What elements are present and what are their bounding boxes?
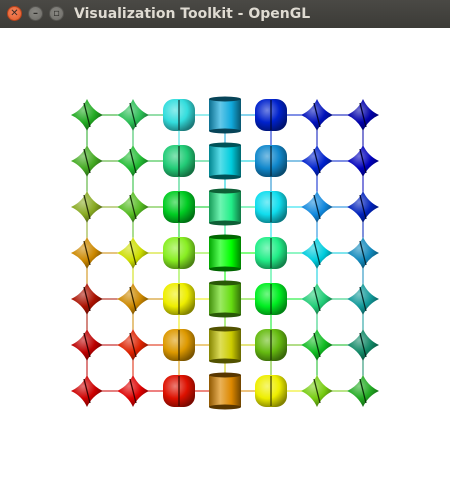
glyph-diamond xyxy=(71,145,103,177)
glyph-round xyxy=(163,145,195,177)
glyph-diamond xyxy=(347,145,379,177)
glyph-round xyxy=(255,145,287,177)
glyph-round xyxy=(163,237,195,269)
maximize-icon: ▫ xyxy=(53,8,60,19)
close-button[interactable]: ✕ xyxy=(7,6,22,21)
glyph-cylinder xyxy=(209,280,241,318)
glyph-cylinder xyxy=(209,234,241,272)
glyph-diamond xyxy=(117,145,149,177)
glyphs xyxy=(71,96,379,410)
glyph-diamond xyxy=(71,99,103,131)
title-bar: ✕ – ▫ Visualization Toolkit - OpenGL xyxy=(0,0,450,29)
glyph-diamond xyxy=(301,283,333,315)
glyph-diamond xyxy=(71,283,103,315)
glyph-round xyxy=(255,375,287,407)
glyph-diamond xyxy=(117,329,149,361)
glyph-round xyxy=(163,99,195,131)
glyph-round xyxy=(255,283,287,315)
minimize-button[interactable]: – xyxy=(28,6,43,21)
glyph-round xyxy=(255,99,287,131)
glyph-diamond xyxy=(301,237,333,269)
glyph-diamond xyxy=(117,99,149,131)
glyph-diamond xyxy=(347,375,379,407)
maximize-button[interactable]: ▫ xyxy=(49,6,64,21)
glyph-diamond xyxy=(347,237,379,269)
glyph-cylinder xyxy=(209,372,241,410)
glyph-round xyxy=(163,375,195,407)
glyph-diamond xyxy=(301,191,333,223)
glyph-round xyxy=(163,283,195,315)
glyph-diamond xyxy=(347,191,379,223)
glyph-round xyxy=(255,191,287,223)
glyph-diamond xyxy=(71,191,103,223)
glyph-diamond xyxy=(347,329,379,361)
glyph-diamond xyxy=(71,237,103,269)
window-title: Visualization Toolkit - OpenGL xyxy=(74,6,311,22)
glyph-round xyxy=(163,191,195,223)
minimize-icon: – xyxy=(33,8,38,19)
glyph-diamond xyxy=(301,329,333,361)
vtk-render-window: ✕ – ▫ Visualization Toolkit - OpenGL xyxy=(0,0,450,478)
glyph-diamond xyxy=(347,283,379,315)
close-icon: ✕ xyxy=(10,8,19,19)
glyph-diamond xyxy=(71,375,103,407)
glyph-round xyxy=(255,329,287,361)
render-viewport[interactable] xyxy=(0,28,450,478)
glyph-scene xyxy=(71,96,379,410)
glyph-diamond xyxy=(117,237,149,269)
glyph-round xyxy=(163,329,195,361)
glyph-diamond xyxy=(71,329,103,361)
glyph-diamond xyxy=(117,283,149,315)
glyph-diamond xyxy=(301,375,333,407)
glyph-diamond xyxy=(117,191,149,223)
glyph-diamond xyxy=(117,375,149,407)
glyph-cylinder xyxy=(209,188,241,226)
glyph-diamond xyxy=(347,99,379,131)
glyph-cylinder xyxy=(209,96,241,134)
glyph-cylinder xyxy=(209,326,241,364)
glyph-cylinder xyxy=(209,142,241,180)
glyph-diamond xyxy=(301,99,333,131)
glyph-round xyxy=(255,237,287,269)
glyph-diamond xyxy=(301,145,333,177)
